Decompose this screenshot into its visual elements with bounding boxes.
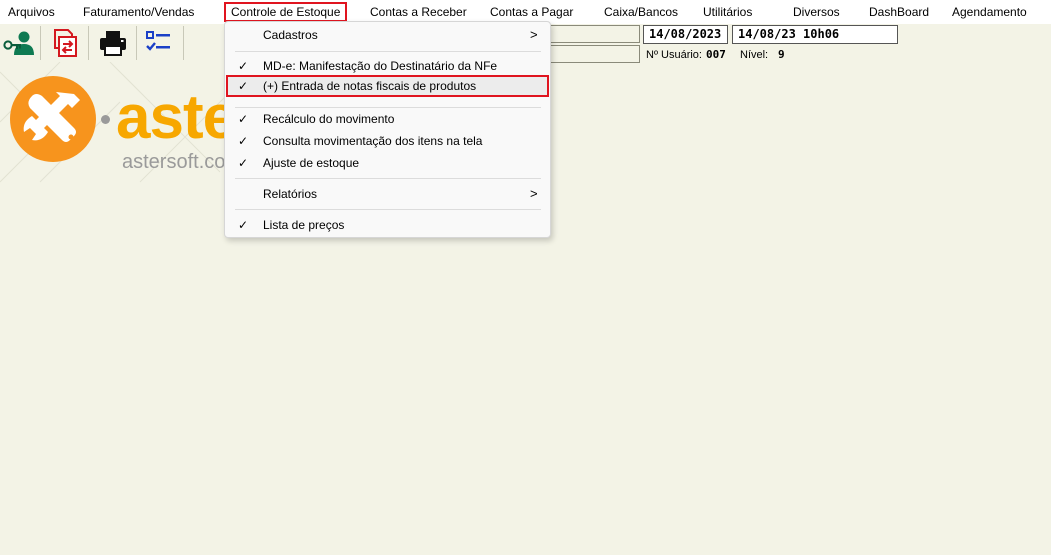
user-label: Nº Usuário:	[646, 49, 702, 61]
menu-item-recalculo-movimento[interactable]: ✓ Recálculo do movimento	[226, 108, 549, 130]
menu-separator	[235, 51, 541, 52]
menu-item-entrada-notas-fiscais[interactable]: ✓ (+) Entrada de notas fiscais de produt…	[226, 75, 549, 97]
level-label: Nível:	[740, 49, 769, 61]
toolbar-separator	[183, 26, 184, 60]
menu-caixa-bancos[interactable]: Caixa/Bancos	[604, 2, 678, 22]
astersoft-logo	[10, 76, 96, 162]
menu-separator	[235, 209, 541, 210]
menu-item-label: Relatórios	[263, 187, 318, 201]
logo-dot	[101, 115, 110, 124]
exchange-document-icon	[54, 29, 77, 57]
menu-item-label: (+) Entrada de notas fiscais de produtos	[263, 79, 477, 93]
menu-item-label: Cadastros	[263, 28, 318, 42]
menu-diversos[interactable]: Diversos	[793, 2, 840, 22]
logo-url: astersoft.co	[122, 151, 226, 173]
toolbar-separator	[40, 26, 41, 60]
menu-arquivos[interactable]: Arquivos	[8, 2, 55, 22]
menu-item-relatorios[interactable]: Relatórios >	[226, 183, 549, 205]
menu-item-ajuste-estoque[interactable]: ✓ Ajuste de estoque	[226, 152, 549, 174]
menu-item-label: Ajuste de estoque	[263, 156, 360, 170]
checklist-icon	[146, 31, 170, 51]
check-icon: ✓	[237, 59, 249, 73]
menu-item-consulta-movimentacao[interactable]: ✓ Consulta movimentação dos itens na tel…	[226, 130, 549, 152]
menu-item-mde-manifestacao[interactable]: ✓ MD-e: Manifestação do Destinatário da …	[226, 55, 549, 77]
menu-utilitarios[interactable]: Utilitários	[703, 2, 752, 22]
check-icon: ✓	[237, 134, 249, 148]
menu-contas-a-receber[interactable]: Contas a Receber	[370, 2, 467, 22]
user-key-icon	[3, 31, 34, 55]
date-field: 14/08/2023	[643, 25, 728, 44]
menu-contas-a-pagar[interactable]: Contas a Pagar	[490, 2, 573, 22]
print-button[interactable]	[96, 26, 130, 60]
menu-separator	[235, 178, 541, 179]
logo-wordmark: aste	[116, 83, 237, 152]
chevron-right-icon: >	[530, 27, 538, 42]
chevron-right-icon: >	[530, 186, 538, 201]
datetime-field: 14/08/23 10h06	[732, 25, 898, 44]
check-icon: ✓	[237, 79, 249, 93]
info-field	[548, 45, 640, 63]
menu-controle-de-estoque[interactable]: Controle de Estoque	[224, 2, 348, 22]
menu-faturamento-vendas[interactable]: Faturamento/Vendas	[83, 2, 194, 22]
tools-icon	[23, 92, 81, 142]
toolbar-separator	[136, 26, 137, 60]
user-value: 007	[706, 48, 726, 61]
user-key-button[interactable]	[2, 26, 36, 60]
menu-item-lista-precos[interactable]: ✓ Lista de preços	[226, 214, 549, 236]
menu-item-label: Lista de preços	[263, 218, 345, 232]
menu-item-label: Recálculo do movimento	[263, 112, 395, 126]
menu-item-label: MD-e: Manifestação do Destinatário da NF…	[263, 59, 498, 73]
menu-dashboard[interactable]: DashBoard	[869, 2, 929, 22]
check-icon: ✓	[237, 218, 249, 232]
menu-item-cadastros[interactable]: Cadastros >	[226, 24, 549, 46]
company-field	[548, 25, 640, 43]
check-icon: ✓	[237, 156, 249, 170]
menu-item-label: Consulta movimentação dos itens na tela	[263, 134, 483, 148]
level-value: 9	[778, 48, 785, 61]
menu-agendamento[interactable]: Agendamento	[952, 2, 1027, 22]
exchange-document-button[interactable]	[48, 26, 82, 60]
printer-icon	[100, 31, 126, 56]
check-icon: ✓	[237, 112, 249, 126]
toolbar-separator	[88, 26, 89, 60]
controle-estoque-dropdown: Cadastros > ✓ MD-e: Manifestação do Dest…	[224, 21, 551, 238]
checklist-button[interactable]	[142, 26, 176, 60]
